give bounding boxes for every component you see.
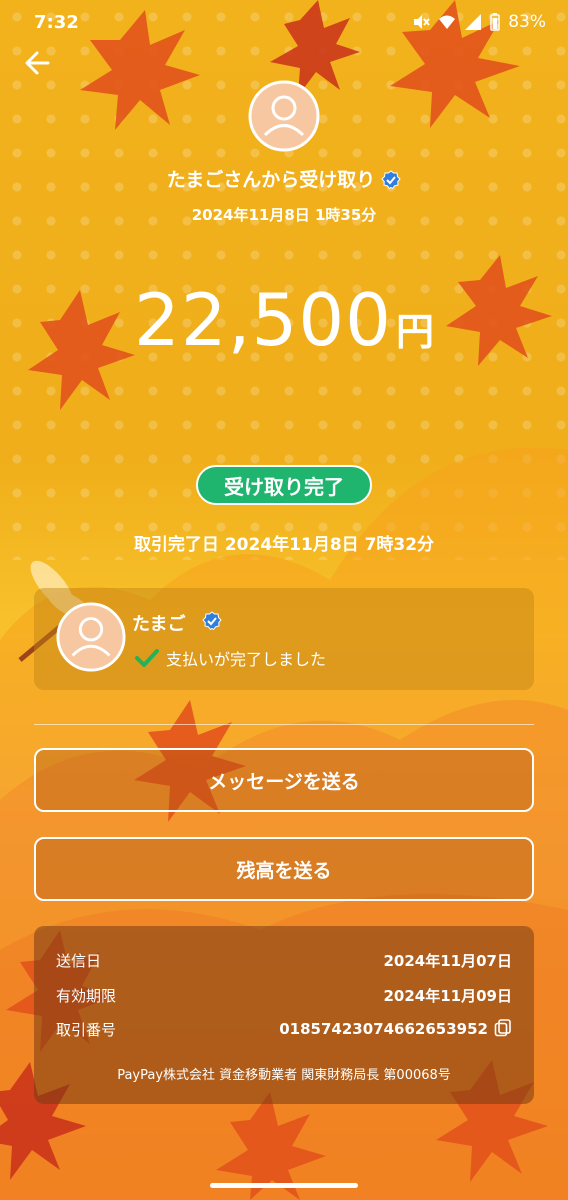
transaction-number: 01857423074662653952 [279,1020,488,1038]
currency-label: 円 [395,310,434,354]
transaction-info-panel: 送信日 2024年11月07日 有効期限 2024年11月09日 取引番号 01… [34,926,534,1104]
send-balance-button[interactable]: 残高を送る [34,837,534,901]
card-sender-name: たまご [132,614,186,635]
company-footer: PayPay株式会社 資金移動業者 関東財務局長 第00068号 [117,1068,451,1083]
card-avatar [56,602,126,672]
check-icon [135,649,159,667]
divider [34,724,534,725]
battery-percent: 83% [508,12,546,32]
battery-icon [490,13,500,31]
info-label: 有効期限 [56,987,117,1005]
info-value: 2024年11月09日 [383,987,513,1005]
card-message: 支払いが完了しました [166,650,327,669]
title-text: たまごさんから受け取り [166,169,376,191]
status-bar: 7:32 83% [0,0,568,48]
screen: 7:32 83% たまごさんから受け取り 2024年11月8日 1時35分 22… [0,0,568,1200]
mute-icon [414,15,430,29]
copy-icon[interactable] [494,1019,512,1037]
amount-display: 22,500 円 [0,278,568,362]
received-datetime: 2024年11月8日 1時35分 [191,206,377,224]
complete-datetime: 取引完了日 2024年11月8日 7時32分 [133,535,435,555]
status-badge: 受け取り完了 [196,465,372,505]
page-title: たまごさんから受け取り [0,165,568,192]
status-time: 7:32 [34,12,79,33]
sender-avatar [248,80,320,152]
send-message-button[interactable]: メッセージを送る [34,748,534,812]
verified-badge-icon [381,170,401,190]
status-icons: 83% [412,12,546,32]
amount-value: 22,500 [134,278,392,362]
home-indicator[interactable] [210,1183,358,1188]
info-value-with-copy: 01857423074662653952 [279,1019,512,1038]
wifi-icon [439,15,456,29]
info-value: 2024年11月07日 [383,952,513,970]
back-arrow-icon[interactable] [22,46,62,82]
verified-badge-icon [202,611,222,631]
info-label: 送信日 [56,952,102,970]
signal-icon [465,14,482,30]
info-label: 取引番号 [56,1021,117,1039]
